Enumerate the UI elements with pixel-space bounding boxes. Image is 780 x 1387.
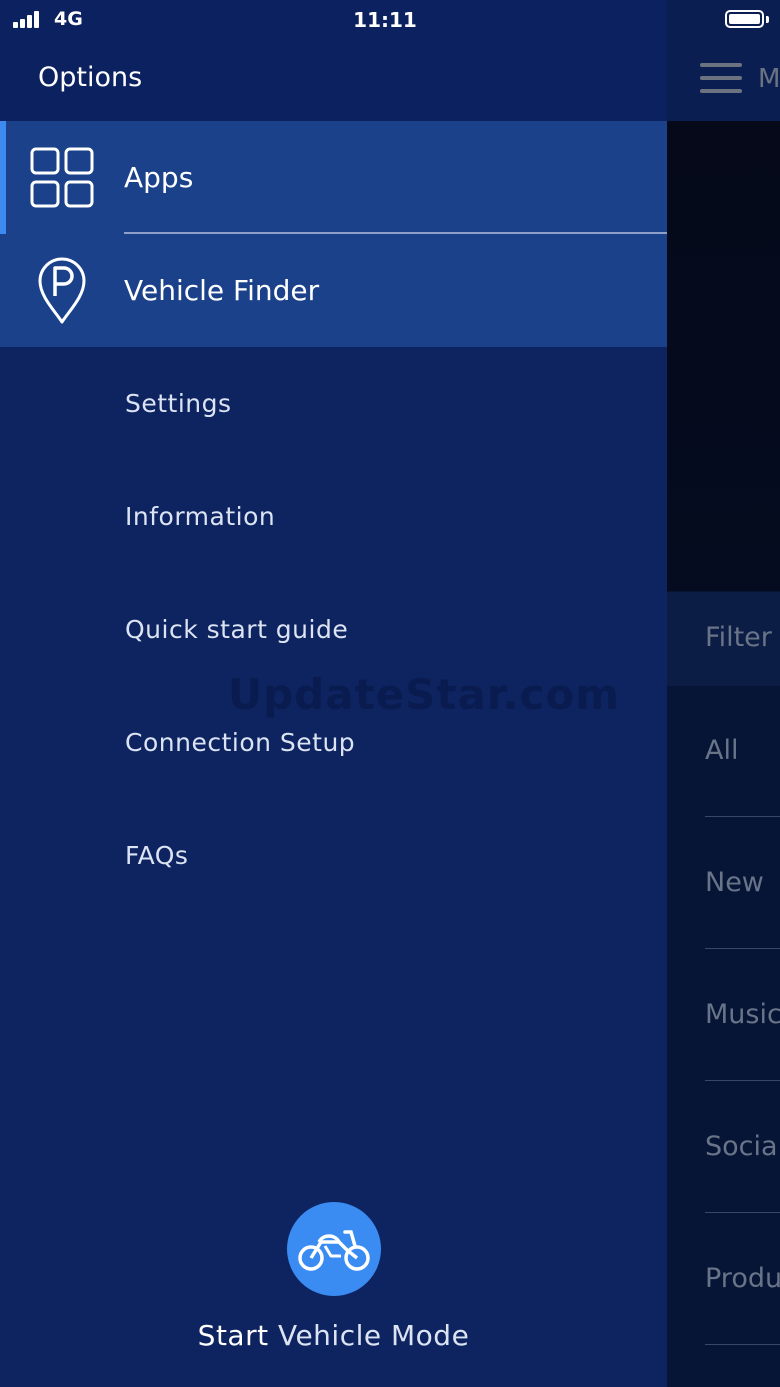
menu-item-vehicle-finder[interactable]: Vehicle Finder [0, 234, 667, 347]
category-divider [705, 948, 780, 949]
menu-item-label: Apps [124, 161, 194, 194]
category-item[interactable]: Socia [705, 1131, 778, 1162]
background-title: M [758, 64, 780, 94]
category-item[interactable]: All [705, 735, 738, 766]
start-label-rest: Vehicle Mode [268, 1319, 470, 1352]
hamburger-menu-icon[interactable] [700, 63, 742, 93]
menu-item-faqs[interactable]: FAQs [125, 841, 188, 870]
parking-pin-icon [38, 257, 86, 324]
menu-item-connection-setup[interactable]: Connection Setup [125, 728, 355, 757]
category-divider [705, 1344, 780, 1345]
start-vehicle-mode-button[interactable] [287, 1202, 381, 1296]
menu-item-apps[interactable]: Apps [0, 121, 667, 234]
drawer-title: Options [38, 62, 143, 93]
status-bar: 4G 11:11 [0, 0, 780, 40]
menu-item-settings[interactable]: Settings [125, 389, 232, 418]
background-hero [667, 121, 780, 591]
menu-item-quick-start-guide[interactable]: Quick start guide [125, 615, 348, 644]
filter-label[interactable]: Filter [705, 622, 772, 653]
watermark: UpdateStar.com [228, 670, 620, 719]
start-label-strong: Start [197, 1319, 269, 1352]
grid-icon [30, 147, 94, 208]
category-divider [705, 1212, 780, 1213]
category-divider [705, 1080, 780, 1081]
category-item[interactable]: Music [705, 999, 780, 1030]
menu-item-information[interactable]: Information [125, 502, 275, 531]
selected-indicator [0, 121, 6, 234]
motorcycle-icon [298, 1230, 370, 1271]
status-time: 11:11 [353, 8, 417, 32]
menu-divider [124, 232, 667, 234]
menu-item-label: Vehicle Finder [124, 274, 320, 307]
category-item[interactable]: Produ [705, 1263, 780, 1294]
category-item[interactable]: New [705, 867, 764, 898]
options-drawer: Options Apps Vehicle Finder Settings Inf… [0, 0, 667, 1387]
battery-tip-icon [766, 16, 769, 23]
background-screen: M Filter All New Music Socia Produ [667, 0, 780, 1387]
category-divider [705, 816, 780, 817]
start-vehicle-mode-label[interactable]: Start Vehicle Mode [0, 1319, 667, 1352]
battery-icon [725, 10, 764, 28]
